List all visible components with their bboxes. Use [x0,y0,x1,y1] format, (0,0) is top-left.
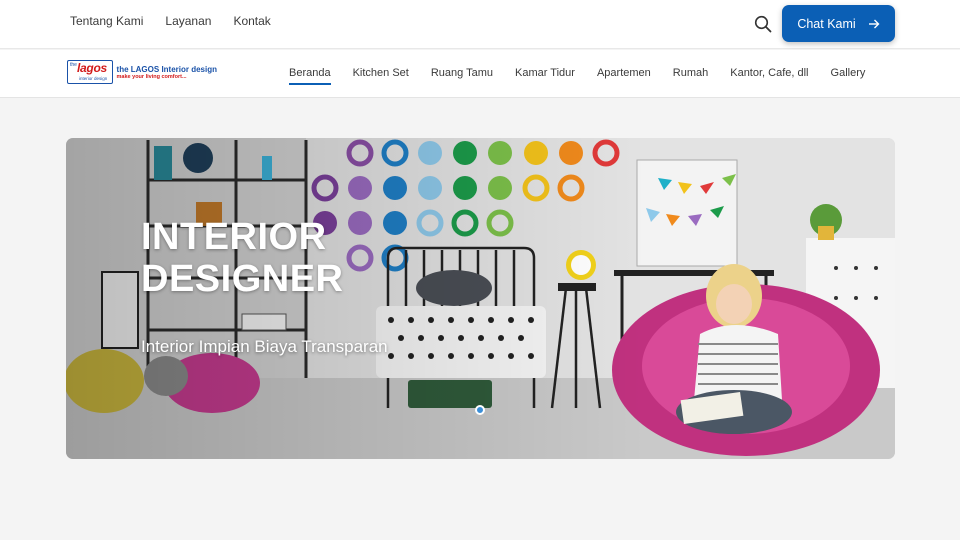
nav-item-kitchen-set[interactable]: Kitchen Set [353,67,409,85]
nav-item-beranda[interactable]: Beranda [289,67,331,85]
main-nav: Beranda Kitchen Set Ruang Tamu Kamar Tid… [289,67,887,85]
top-link-tentang-kami[interactable]: Tentang Kami [70,14,143,28]
logo-tagline: make your living comfort... [116,73,187,80]
nav-item-rumah[interactable]: Rumah [673,67,708,85]
top-utility-bar: Tentang Kami Layanan Kontak Chat Kami [0,0,960,49]
nav-item-gallery[interactable]: Gallery [831,67,866,85]
logo-badge-word: lagos [77,61,107,75]
chat-kami-label: Chat Kami [797,16,856,31]
chat-kami-button[interactable]: Chat Kami [782,5,895,42]
hero-subtitle: Interior Impian Biaya Transparan [141,337,388,356]
slider-dot[interactable] [475,405,485,415]
top-links: Tentang Kami Layanan Kontak [70,14,271,28]
logo-badge: the lagos interior design [67,60,113,84]
nav-item-apartemen[interactable]: Apartemen [597,67,651,85]
logo-badge-sub: interior design [79,76,108,81]
hero-title-line-1: INTERIOR [141,216,327,258]
site-logo[interactable]: the lagos interior design the LAGOS Inte… [67,59,217,85]
logo-title: the LAGOS Interior design [116,64,217,74]
logo-badge-small: the [70,62,77,68]
arrow-right-icon [868,19,880,28]
main-navbar: the lagos interior design the LAGOS Inte… [0,50,960,98]
top-link-layanan[interactable]: Layanan [165,14,211,28]
nav-item-ruang-tamu[interactable]: Ruang Tamu [431,67,493,85]
slider-dots [475,405,485,415]
search-icon[interactable] [754,15,772,33]
nav-item-kantor-cafe[interactable]: Kantor, Cafe, dll [730,67,808,85]
hero-slider[interactable]: INTERIOR DESIGNER Interior Impian Biaya … [66,138,895,459]
hero-title-line-2: DESIGNER [141,258,344,300]
top-link-kontak[interactable]: Kontak [233,14,270,28]
hero-title: INTERIOR DESIGNER [141,216,343,300]
nav-item-kamar-tidur[interactable]: Kamar Tidur [515,67,575,85]
